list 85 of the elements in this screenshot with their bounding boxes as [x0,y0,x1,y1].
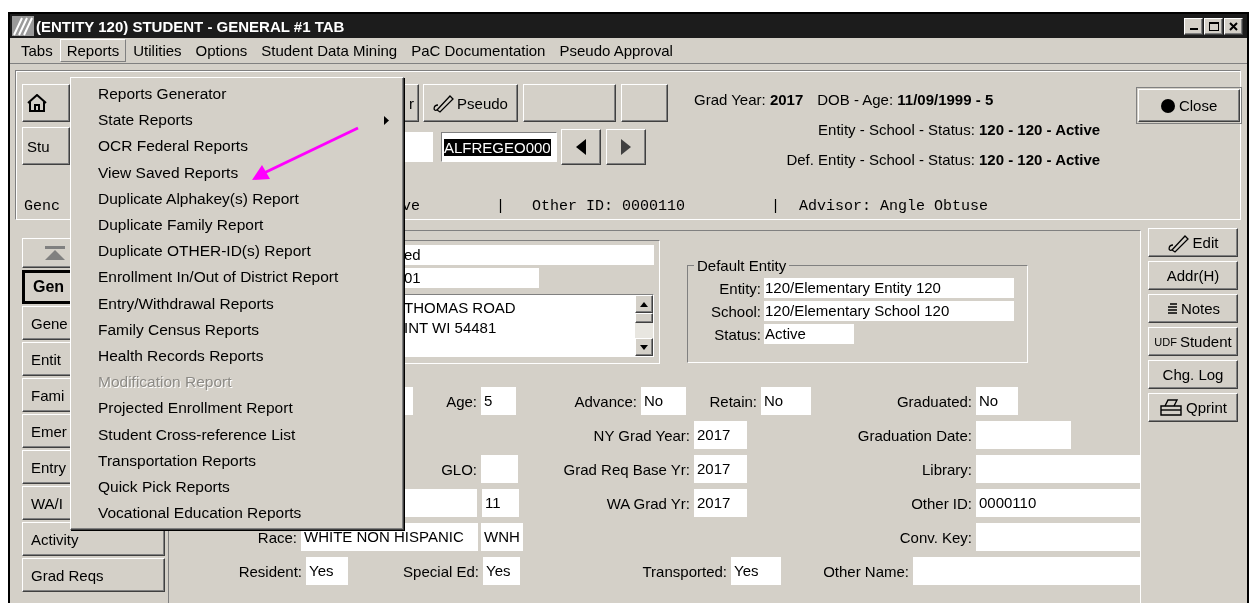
text-field[interactable]: 01 [403,268,539,288]
toolbar-button[interactable]: Stu [22,127,70,165]
text-field[interactable]: Yes [483,557,520,585]
side-button[interactable]: Chg. Log [1148,360,1238,389]
field-label: School: [709,302,762,320]
pseudo-button[interactable]: Pseudo [423,84,518,122]
menu-item[interactable]: Quick Pick Reports [71,473,403,500]
alphakey-field[interactable]: ALFREGEO000 [441,132,557,162]
menu-item[interactable]: Pseudo Approval [552,39,680,62]
menu-item[interactable]: Transportation Reports [71,447,403,474]
summary-text: DOB - Age: 11/09/1999 - 5 [817,90,994,108]
menu-item[interactable]: Reports Generator [71,81,403,108]
window-title: (ENTITY 120) STUDENT - GENERAL #1 TAB [36,17,345,35]
text-field[interactable]: 5 [481,387,516,415]
field-label: Conv. Key: [899,528,972,546]
menu-item[interactable]: Utilities [126,39,189,62]
status-text: Genc [24,198,60,215]
menu-item[interactable]: State Reports [71,107,403,134]
menu-item[interactable]: Student Cross-reference List [71,421,403,448]
edit-button[interactable]: Edit [1148,228,1238,257]
address-line: INT WI 54481 [404,318,498,338]
menu-item[interactable]: Enrollment In/Out of District Report [71,264,403,291]
field-label: Retain: [709,392,757,410]
text-field[interactable]: No [761,387,811,415]
field-label: Grad Req Base Yr: [563,460,690,478]
status-text: | [771,198,781,215]
notes-button[interactable]: Notes [1148,294,1238,323]
field-label: Advance: [574,392,637,410]
field-label: Status: [713,325,762,343]
text-field[interactable]: 11 [482,489,519,517]
status-text: Advisor: Angle Obtuse [799,198,989,215]
address-line: THOMAS ROAD [404,298,517,318]
field-label: Age: [446,392,477,410]
text-field[interactable]: 2017 [694,421,747,449]
text-field[interactable]: 120/Elementary Entity 120 [764,278,1014,298]
field-label: GLO: [441,460,477,478]
field-label: Graduated: [896,392,972,410]
field-label: NY Grad Year: [593,426,690,444]
text-field[interactable]: Yes [731,557,781,585]
field-label: Library: [921,460,972,478]
field-label: WA Grad Yr: [606,494,690,512]
menu-item[interactable]: Duplicate OTHER-ID(s) Report [71,238,403,265]
menu-item[interactable]: Options [188,39,255,62]
menu-item[interactable]: OCR Federal Reports [71,133,403,160]
field-label: Other ID: [911,494,972,512]
menu-item[interactable]: Duplicate Family Report [71,211,403,239]
text-field[interactable]: No [641,387,686,415]
status-text: | [496,198,506,215]
field-label: Entity: [718,279,762,297]
menu-item[interactable]: Reports [59,39,127,62]
menu-item[interactable]: Health Records Reports [71,342,403,370]
status-text: Other ID: 0000110 [532,198,686,215]
sidebar-tab[interactable]: Grad Reqs [22,558,165,592]
close-button[interactable]: Close [1138,89,1240,122]
menu-item[interactable]: View Saved Reports [71,159,403,186]
text-field[interactable]: 120/Elementary School 120 [764,301,1014,321]
text-field[interactable]: 2017 [694,489,747,517]
menu-item[interactable]: Duplicate Alphakey(s) Report [71,185,403,212]
field-label: Race: [257,528,297,546]
summary-text: Grad Year: 2017 [694,90,804,108]
menu-item[interactable]: Projected Enrollment Report [71,395,403,422]
text-field[interactable]: Yes [306,557,348,585]
text-field[interactable]: Active [764,324,854,344]
menu-item[interactable]: Family Census Reports [71,316,403,343]
side-button[interactable]: Addr(H) [1148,261,1238,290]
menu-item[interactable]: Student Data Mining [254,39,405,62]
text-field[interactable]: 0000110 [976,489,1141,517]
udf-student-button[interactable]: UDF Student [1148,327,1238,356]
text-field[interactable]: ed [403,245,654,265]
field-label: Special Ed: [403,562,479,580]
summary-text: Entity - School - Status: 120 - 120 - Active [818,120,1101,138]
menu-item[interactable]: Entry/Withdrawal Reports [71,290,403,317]
summary-text: Def. Entity - School - Status: 120 - 120 - Active [786,150,1101,168]
field-label: Resident: [238,562,302,580]
group-title: Default Entity [696,257,788,274]
field-label: Graduation Date: [857,426,972,444]
menu-item[interactable]: Tabs [14,39,60,62]
menu-item[interactable]: PaC Documentation [404,39,553,62]
text-field[interactable]: No [976,387,1018,415]
address-field[interactable]: THOMAS ROAD INT WI 54481 [403,294,654,357]
field-label: Other Name: [823,562,909,580]
field-label: Transported: [642,562,727,580]
print-button[interactable]: Qprint [1148,393,1238,422]
text-field[interactable]: WNH [481,523,523,551]
text-field[interactable]: 2017 [694,455,747,483]
